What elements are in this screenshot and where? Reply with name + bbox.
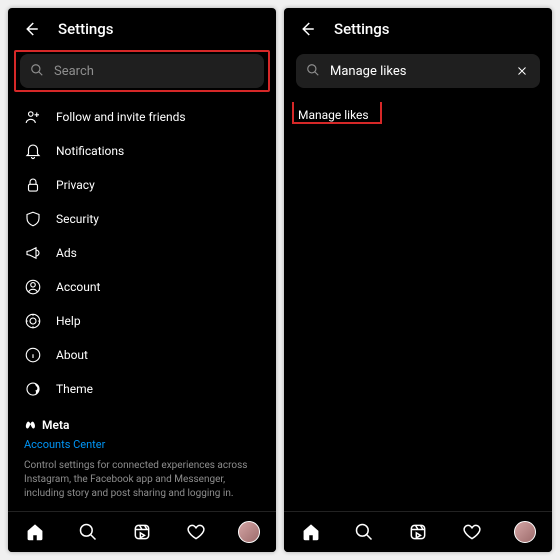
megaphone-icon xyxy=(24,244,42,262)
logins-heading: Logins xyxy=(8,501,276,511)
back-arrow-icon[interactable] xyxy=(298,20,316,38)
profile-avatar[interactable] xyxy=(238,521,260,543)
shield-icon xyxy=(24,210,42,228)
search-results: Manage likes xyxy=(284,96,552,511)
search-container: Search xyxy=(20,54,264,88)
settings-screen-left: Settings Search Follow and invite friend… xyxy=(8,8,276,552)
theme-icon xyxy=(24,380,42,398)
menu-notifications[interactable]: Notifications xyxy=(8,134,276,168)
menu-label: Account xyxy=(56,280,100,294)
lock-icon xyxy=(24,176,42,194)
search-icon xyxy=(306,62,320,81)
bottom-nav xyxy=(8,511,276,552)
menu-label: Privacy xyxy=(56,178,95,192)
page-title: Settings xyxy=(334,20,390,38)
clear-icon[interactable] xyxy=(514,63,530,79)
heart-icon[interactable] xyxy=(185,521,207,543)
menu-label: About xyxy=(56,348,88,362)
menu-label: Security xyxy=(56,212,99,226)
search-placeholder: Search xyxy=(54,64,254,79)
search-nav-icon[interactable] xyxy=(77,521,99,543)
menu-follow-invite[interactable]: Follow and invite friends xyxy=(8,100,276,134)
search-icon xyxy=(30,62,44,81)
info-icon xyxy=(24,346,42,364)
reels-icon[interactable] xyxy=(407,521,429,543)
profile-avatar[interactable] xyxy=(514,521,536,543)
menu-security[interactable]: Security xyxy=(8,202,276,236)
menu-ads[interactable]: Ads xyxy=(8,236,276,270)
search-input[interactable]: Manage likes xyxy=(296,54,540,88)
menu-label: Notifications xyxy=(56,144,124,158)
help-icon xyxy=(24,312,42,330)
bottom-nav xyxy=(284,511,552,552)
meta-label: Meta xyxy=(42,418,69,432)
menu-label: Follow and invite friends xyxy=(56,110,186,124)
search-container: Manage likes xyxy=(296,54,540,88)
result-manage-likes[interactable]: Manage likes xyxy=(284,100,552,130)
menu-label: Ads xyxy=(56,246,77,260)
settings-screen-right: Settings Manage likes Manage likes xyxy=(284,8,552,552)
result-label: Manage likes xyxy=(298,108,369,122)
menu-label: Theme xyxy=(56,382,93,396)
menu-help[interactable]: Help xyxy=(8,304,276,338)
page-title: Settings xyxy=(58,20,114,38)
home-icon[interactable] xyxy=(300,521,322,543)
menu-about[interactable]: About xyxy=(8,338,276,372)
meta-section: Meta Accounts Center Control settings fo… xyxy=(8,406,276,501)
header: Settings xyxy=(284,8,552,46)
settings-list: Follow and invite friends Notifications … xyxy=(8,96,276,511)
home-icon[interactable] xyxy=(24,521,46,543)
reels-icon[interactable] xyxy=(131,521,153,543)
bell-icon xyxy=(24,142,42,160)
accounts-center-link[interactable]: Accounts Center xyxy=(24,438,260,451)
heart-icon[interactable] xyxy=(461,521,483,543)
meta-description: Control settings for connected experienc… xyxy=(24,459,260,501)
follow-invite-icon xyxy=(24,108,42,126)
menu-privacy[interactable]: Privacy xyxy=(8,168,276,202)
search-value: Manage likes xyxy=(330,64,504,79)
search-input[interactable]: Search xyxy=(20,54,264,88)
search-nav-icon[interactable] xyxy=(353,521,375,543)
header: Settings xyxy=(8,8,276,46)
menu-account[interactable]: Account xyxy=(8,270,276,304)
account-icon xyxy=(24,278,42,296)
meta-brand: Meta xyxy=(24,418,260,432)
back-arrow-icon[interactable] xyxy=(22,20,40,38)
menu-theme[interactable]: Theme xyxy=(8,372,276,406)
menu-label: Help xyxy=(56,314,81,328)
